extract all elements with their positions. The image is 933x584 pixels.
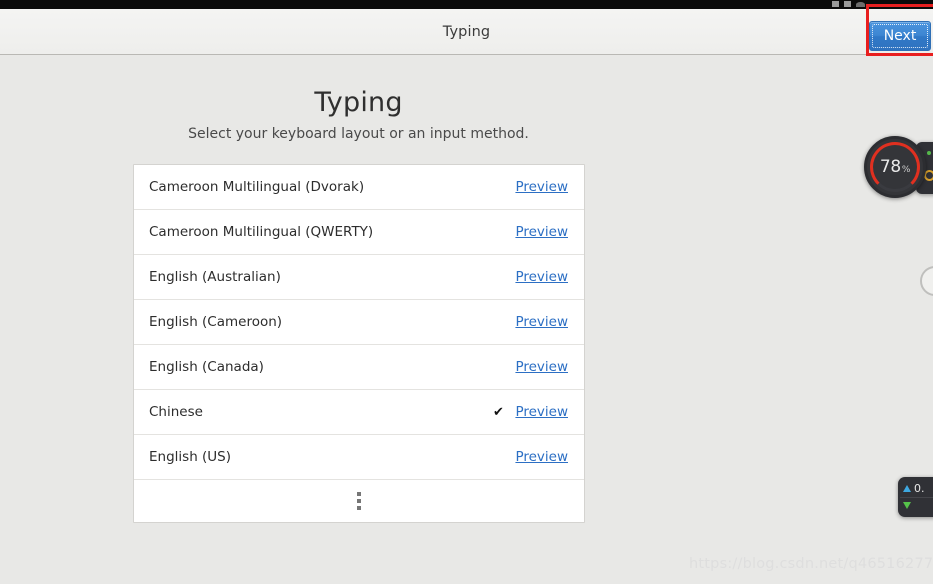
gauge-unit: % [901,164,911,175]
square-indicator-icon-2 [844,1,851,7]
system-bar [0,0,933,9]
selected-check-icon: ✔ [492,404,504,420]
gauge-value-wrap: 78% [867,139,923,195]
preview-link[interactable]: Preview [515,269,568,285]
layout-row[interactable]: English (Canada) Preview [134,345,584,390]
screen-root: Typing Next Typing Select your keyboard … [0,0,933,584]
network-speed-widget[interactable]: 0. [898,477,933,517]
status-dot-icon [927,151,931,155]
layout-row[interactable]: Cameroon Multilingual (QWERTY) Preview [134,210,584,255]
cpu-usage-gauge[interactable]: 78% [864,136,926,198]
window-title: Typing [442,24,491,40]
square-indicator-icon [832,1,839,7]
layout-row[interactable]: English (US) Preview [134,435,584,480]
preview-link[interactable]: Preview [515,224,568,240]
layout-name: English (Canada) [149,359,264,375]
layout-name: English (US) [149,449,232,465]
network-download-row [903,497,933,514]
page-title: Typing [314,87,403,118]
layout-name: English (Australian) [149,269,281,285]
layout-name: Cameroon Multilingual (QWERTY) [149,224,374,240]
layout-row[interactable]: Chinese ✔ Preview [134,390,584,435]
layout-row[interactable]: Cameroon Multilingual (Dvorak) Preview [134,165,584,210]
arrow-down-icon [903,502,911,509]
preview-link[interactable]: Preview [515,314,568,330]
window-header: Typing Next [0,9,933,55]
network-upload-row: 0. [903,480,933,497]
preview-link[interactable]: Preview [515,179,568,195]
dot [357,499,361,503]
dot [357,492,361,496]
arrow-up-icon [903,485,911,492]
next-button[interactable]: Next [869,21,931,51]
main-content: Typing Select your keyboard layout or an… [0,56,933,584]
layout-name: Cameroon Multilingual (Dvorak) [149,179,365,195]
preview-link[interactable]: Preview [515,449,568,465]
page-subtitle: Select your keyboard layout or an input … [188,126,529,142]
preview-link[interactable]: Preview [515,359,568,375]
system-bar-icons [832,1,865,7]
network-divider [900,497,933,498]
dot [357,506,361,510]
network-upload-value: 0. [914,482,925,495]
layout-name: English (Cameroon) [149,314,283,330]
more-options-row[interactable] [134,480,584,522]
preview-link[interactable]: Preview [515,404,568,420]
layout-row[interactable]: English (Cameroon) Preview [134,300,584,345]
layout-row[interactable]: English (Australian) Preview [134,255,584,300]
gauge-value: 78 [879,157,901,177]
keyboard-layout-list[interactable]: Cameroon Multilingual (Dvorak) Preview Cam… [133,164,585,523]
watermark: https://blog.csdn.net/q465162770 [689,556,933,572]
more-vertical-dots-icon [357,492,361,510]
dot-indicator-icon [856,1,865,7]
layout-name: Chinese [149,404,203,420]
